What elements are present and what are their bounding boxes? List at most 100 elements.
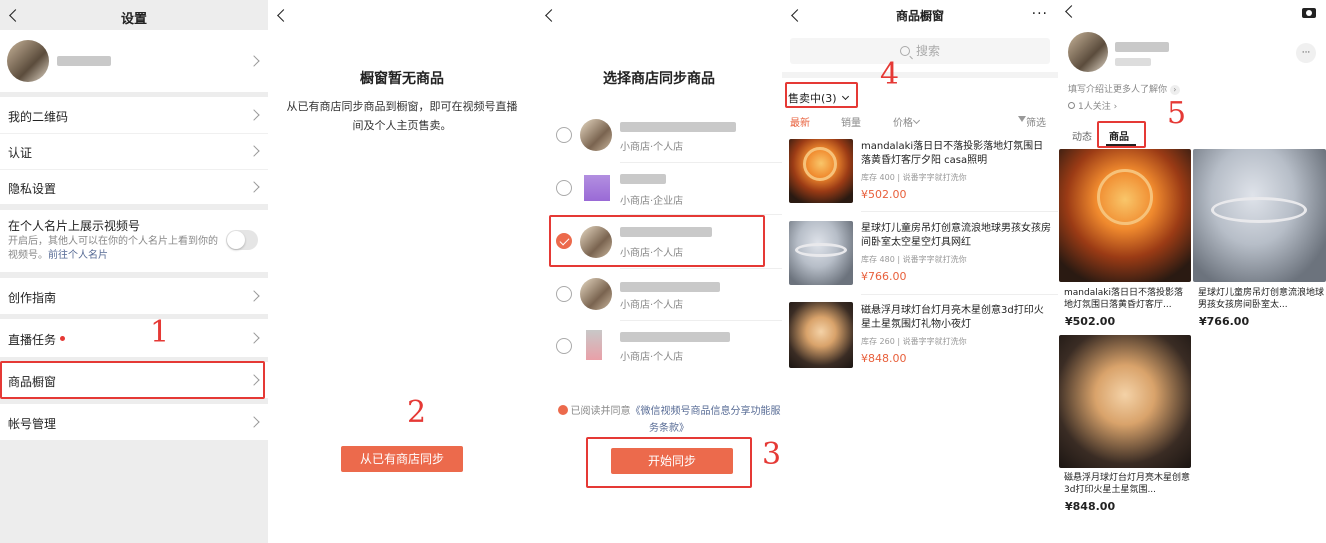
product-price: ¥502.00 (861, 188, 907, 201)
product-card[interactable]: mandalaki落日日不落投影落地灯氛围日落黄昏灯客厅... ¥502.00 (1059, 149, 1191, 331)
product-image (789, 302, 853, 368)
search-icon (899, 46, 910, 56)
intro-text: 填写介绍让更多人了解你 (1068, 85, 1168, 95)
shop-avatar (586, 330, 602, 360)
tab-filter[interactable]: 筛选 (1026, 114, 1046, 129)
more-icon[interactable]: ··· (1296, 43, 1316, 63)
radio-button[interactable] (556, 286, 572, 302)
product-item[interactable]: 星球灯儿童房吊灯创意流浪地球男孩女孩房间卧室太空星空灯具网红 库存 480 | … (782, 218, 1058, 290)
product-price: ¥848.00 (861, 352, 907, 365)
search-input[interactable]: 搜索 (790, 38, 1050, 64)
shop-item[interactable]: 小商店·个人店 (536, 328, 782, 374)
start-sync-button[interactable]: 开始同步 (611, 448, 733, 474)
page-title: 商品橱窗 (895, 9, 944, 23)
settings-item-account[interactable]: 帐号管理 (0, 404, 268, 440)
settings-item-privacy[interactable]: 隐私设置 (0, 169, 268, 204)
avatar[interactable] (1068, 32, 1108, 72)
settings-item-label: 帐号管理 (8, 417, 57, 431)
stock-text: 库存 480 (861, 255, 895, 264)
back-arrow-icon[interactable] (1064, 4, 1078, 20)
radio-button[interactable] (556, 338, 572, 354)
shop-name-blurred (620, 122, 736, 132)
radio-button[interactable] (556, 127, 572, 143)
shop-item[interactable]: 小商店·个人店 (536, 118, 782, 164)
empty-title: 橱窗暂无商品 (360, 71, 444, 87)
product-item[interactable]: mandalaki落日日不落投影落地灯氛围日落黄昏灯客厅夕阳 casa照明 库存… (782, 136, 1058, 208)
card-link[interactable]: 前往个人名片 (48, 250, 108, 261)
product-title: mandalaki落日日不落投影落地灯氛围日落黄昏灯客厅夕阳 casa照明 (861, 141, 1044, 166)
intro-link[interactable]: 填写介绍让更多人了解你 › (1068, 82, 1180, 95)
product-stock: 库存 400 | 说番字字就打洗你 (861, 173, 967, 182)
chevron-right-icon (248, 290, 260, 302)
card-toggle-desc: 开启后，其他人可以在你的个人名片上看到你的视频号。前往个人名片 (8, 235, 218, 263)
empty-desc: 从已有商店同步商品到橱窗，即可在视频号直播间及个人主页售卖。 (286, 100, 518, 132)
shop-item[interactable]: 小商店·个人店 (536, 278, 782, 324)
product-image (1059, 335, 1191, 468)
chevron-right-icon (248, 332, 260, 344)
followers-link[interactable]: 1人关注 › (1068, 99, 1117, 112)
card-toggle-switch[interactable] (226, 230, 258, 250)
shop-type: 小商店·个人店 (620, 142, 684, 153)
product-price: ¥848.00 (1065, 500, 1116, 513)
chevron-right-icon (248, 109, 260, 121)
card-toggle-desc-text: 开启后，其他人可以在你的个人名片上看到你的视频号。 (8, 236, 218, 261)
divider (861, 211, 1058, 212)
settings-item-guide[interactable]: 创作指南 (0, 278, 268, 314)
highlight-box (0, 361, 265, 399)
shop-item[interactable]: 小商店·企业店 (536, 170, 782, 216)
settings-item-verify[interactable]: 认证 (0, 133, 268, 169)
search-placeholder: 搜索 (915, 44, 940, 58)
sync-from-shop-button[interactable]: 从已有商店同步 (341, 446, 463, 472)
product-title: 磁悬浮月球灯台灯月亮木星创意3d打印火星土星氛围灯礼物小夜灯 (861, 305, 1044, 330)
username-blurred (1115, 42, 1169, 52)
radio-button[interactable] (556, 180, 572, 196)
product-image (789, 221, 853, 285)
chevron-right-icon: › (1169, 85, 1180, 95)
profile-row[interactable] (0, 30, 268, 92)
username-blurred (57, 56, 111, 66)
step-number: 3 (762, 437, 782, 472)
settings-item-label: 直播任务 (8, 333, 57, 347)
divider (861, 294, 1058, 295)
settings-item-qrcode[interactable]: 我的二维码 (0, 97, 268, 133)
tab-latest[interactable]: 最新 (790, 114, 810, 129)
back-arrow-icon[interactable] (544, 8, 558, 24)
product-stock: 库存 260 | 说番字字就打洗你 (861, 337, 967, 346)
divider (782, 72, 1058, 78)
red-dot-badge (60, 336, 65, 341)
product-caption: 星球灯儿童房吊灯创意流浪地球男孩女孩房间卧室太... (1198, 288, 1325, 310)
camera-icon[interactable] (1302, 8, 1316, 18)
back-arrow-icon[interactable] (276, 8, 290, 24)
step-number: 5 (1167, 96, 1187, 131)
more-icon[interactable]: ··· (1032, 6, 1048, 22)
agree-check-icon[interactable] (557, 405, 568, 415)
stock-text: 库存 400 (861, 173, 895, 182)
product-caption: 磁悬浮月球灯台灯月亮木星创意3d打印火星土星氛围... (1064, 473, 1191, 495)
product-card[interactable]: 星球灯儿童房吊灯创意流浪地球男孩女孩房间卧室太... ¥766.00 (1193, 149, 1326, 331)
divider (620, 268, 782, 269)
profile-screen: ··· 填写介绍让更多人了解你 › 1人关注 › 动态 商品 5 mandala… (1058, 0, 1326, 543)
card-toggle-row: 在个人名片上展示视频号 开启后，其他人可以在你的个人名片上看到你的视频号。前往个… (0, 210, 268, 272)
chevron-right-icon (248, 145, 260, 157)
terms-link[interactable]: 《微信视频号商品信息分享功能服务条款》 (631, 406, 781, 434)
product-item[interactable]: 磁悬浮月球灯台灯月亮木星创意3d打印火星土星氛围灯礼物小夜灯 库存 260 | … (782, 300, 1058, 372)
card-toggle-label: 在个人名片上展示视频号 (8, 219, 141, 233)
tab-price[interactable]: 价格 (893, 114, 913, 129)
product-card[interactable]: 磁悬浮月球灯台灯月亮木星创意3d打印火星土星氛围... ¥848.00 (1059, 335, 1191, 517)
shop-avatar (580, 278, 612, 310)
select-shop-screen: 选择商店同步商品 小商店·个人店 小商店·企业店 小商店·个人店 小商店·个人店… (536, 0, 782, 543)
product-price: ¥502.00 (1065, 315, 1116, 328)
tab-posts[interactable]: 动态 (1072, 128, 1092, 143)
shop-avatar (584, 175, 610, 201)
tab-sales[interactable]: 销量 (841, 114, 861, 129)
settings-item-live-task[interactable]: 直播任务 (0, 319, 268, 357)
shop-name-blurred (620, 174, 666, 184)
step-number: 1 (150, 315, 170, 350)
shop-type: 小商店·企业店 (620, 196, 684, 207)
chevron-right-icon (248, 181, 260, 193)
product-image (1193, 149, 1326, 282)
source-text: 说番字字就打洗你 (902, 255, 967, 264)
shop-type: 小商店·个人店 (620, 352, 684, 363)
agreement: 已阅读并同意《微信视频号商品信息分享功能服务条款》 (556, 403, 782, 437)
product-window-screen: 商品橱窗 ··· 搜索 售卖中(3) 4 最新 销量 价格 筛选 mandala… (782, 0, 1058, 543)
